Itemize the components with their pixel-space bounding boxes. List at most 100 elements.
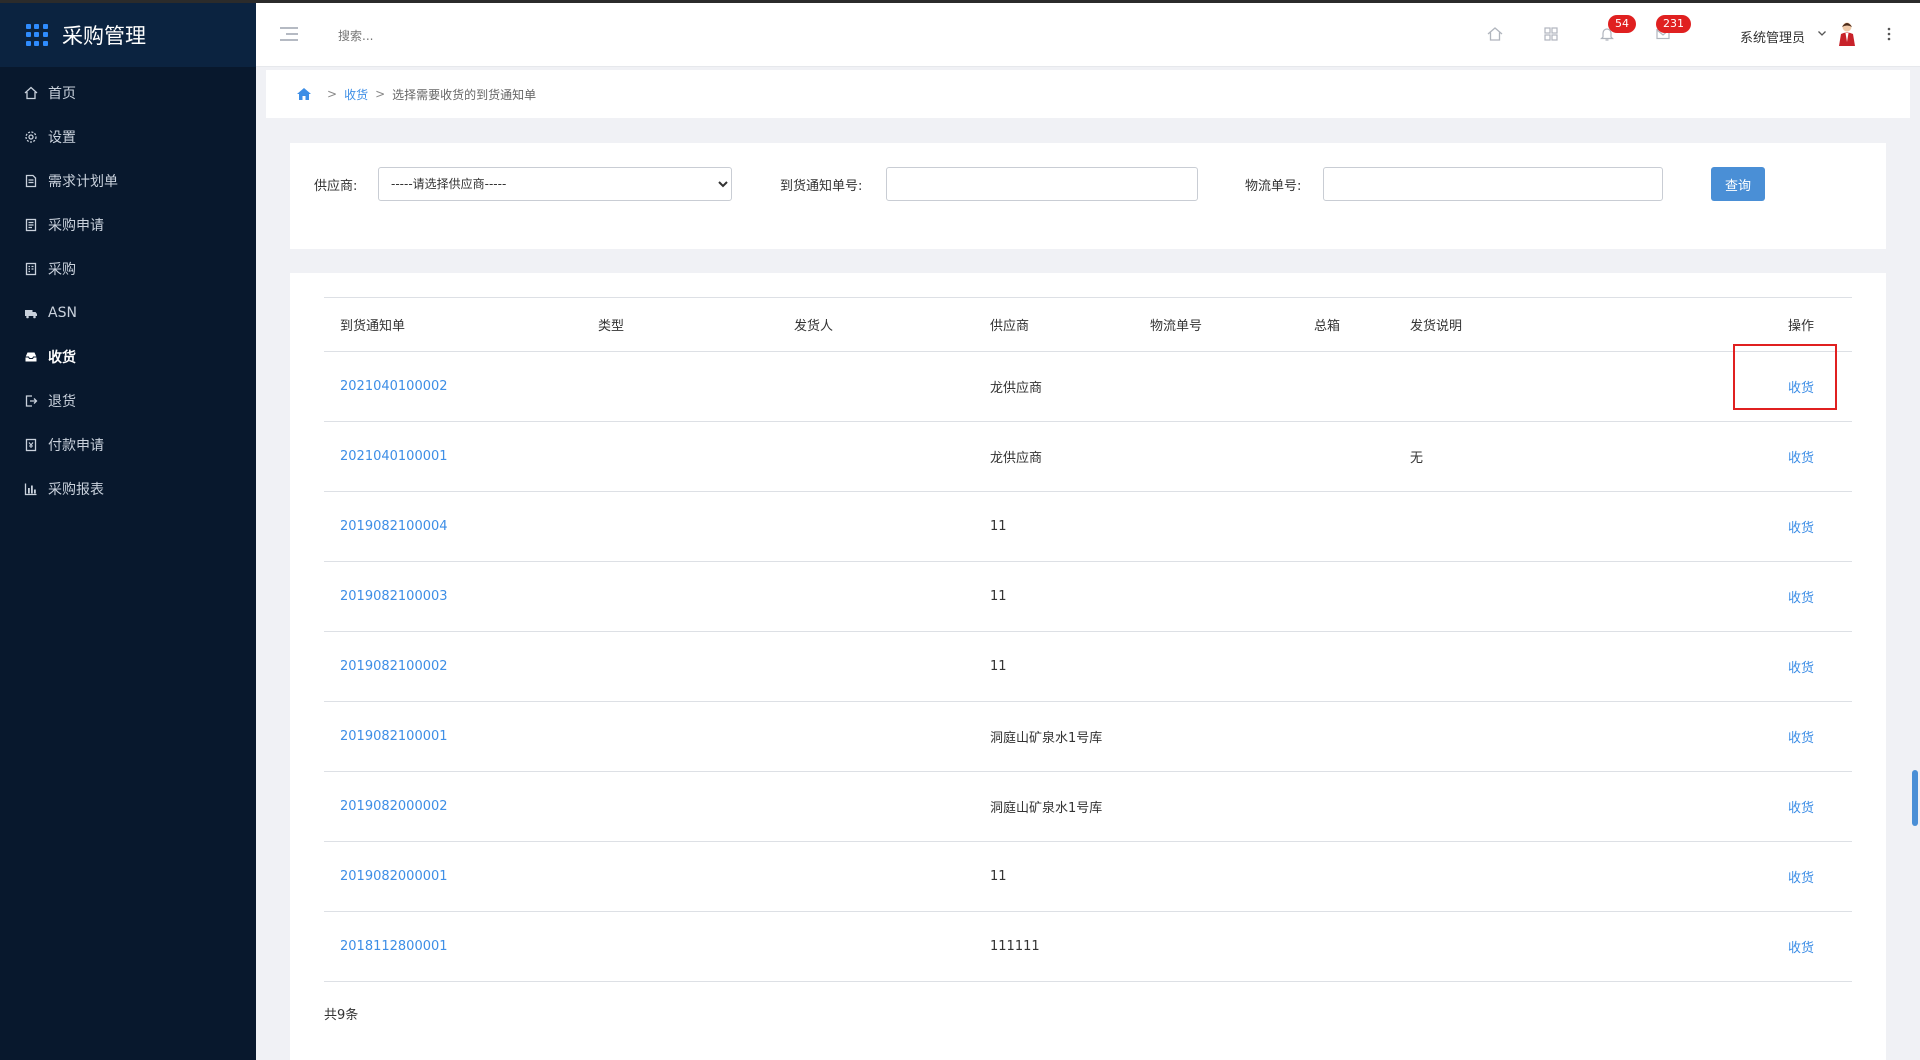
sidebar-item-return[interactable]: 退货 [0, 379, 256, 423]
table-header-row: 到货通知单 类型 发货人 供应商 物流单号 总箱 发货说明 操作 [324, 297, 1852, 352]
home-icon [24, 86, 38, 100]
notice-no-link[interactable]: 2019082100004 [324, 491, 582, 562]
notice-no-input[interactable] [886, 167, 1198, 201]
cell-supplier: 洞庭山矿泉水1号库 [974, 701, 1134, 772]
table-row: 2019082100003 11 收货 [324, 561, 1852, 632]
cell-type [582, 911, 778, 982]
cell-note [1394, 351, 1750, 422]
table-row: 2019082100002 11 收货 [324, 631, 1852, 702]
receive-button[interactable]: 收货 [1750, 421, 1852, 492]
receive-button[interactable]: 收货 [1750, 841, 1852, 912]
sidebar-item-receiving[interactable]: 收货 [0, 335, 256, 379]
supplier-select[interactable]: -----请选择供应商----- [378, 167, 732, 201]
cell-supplier: 龙供应商 [974, 421, 1134, 492]
logistics-no-input[interactable] [1323, 167, 1663, 201]
sidebar-item-label: 设置 [48, 130, 76, 146]
avatar[interactable] [1836, 21, 1858, 47]
logistics-no-label: 物流单号: [1245, 179, 1302, 194]
cell-logistics-no [1134, 771, 1298, 842]
list-icon [24, 262, 38, 276]
breadcrumb: > 收货 > 选择需要收货的到货通知单 [266, 70, 1910, 118]
cell-shipper [778, 841, 974, 912]
notice-no-link[interactable]: 2019082100003 [324, 561, 582, 632]
user-name[interactable]: 系统管理员 [1740, 27, 1805, 46]
cell-boxes [1298, 911, 1394, 982]
grid-icon[interactable] [1542, 25, 1560, 43]
page-scrollbar[interactable] [1912, 770, 1918, 826]
sidebar-item-payment-request[interactable]: 付款申请 [0, 423, 256, 467]
cell-supplier: 龙供应商 [974, 351, 1134, 422]
cell-note [1394, 701, 1750, 772]
cell-boxes [1298, 841, 1394, 912]
cell-boxes [1298, 701, 1394, 772]
search-input[interactable] [338, 23, 598, 49]
cell-boxes [1298, 491, 1394, 562]
cell-logistics-no [1134, 911, 1298, 982]
cell-type [582, 421, 778, 492]
notice-no-link[interactable]: 2019082100001 [324, 701, 582, 772]
col-header-boxes: 总箱 [1298, 297, 1394, 352]
chevron-down-icon[interactable] [1816, 27, 1828, 39]
cell-supplier: 11 [974, 631, 1134, 702]
query-button[interactable]: 查询 [1711, 167, 1765, 201]
sidebar-item-asn[interactable]: ASN [0, 291, 256, 335]
sidebar-item-settings[interactable]: 设置 [0, 115, 256, 159]
sidebar-item-demand-plan[interactable]: 需求计划单 [0, 159, 256, 203]
notice-no-link[interactable]: 2019082100002 [324, 631, 582, 702]
breadcrumb-link-receiving[interactable]: 收货 [344, 86, 368, 103]
notification-badge: 54 [1608, 15, 1636, 33]
cell-boxes [1298, 351, 1394, 422]
cell-type [582, 351, 778, 422]
filter-panel: 供应商: -----请选择供应商----- 到货通知单号: 物流单号: 查询 [290, 143, 1886, 249]
top-bar: 54 231 系统管理员 [256, 3, 1920, 67]
table-panel: 到货通知单 类型 发货人 供应商 物流单号 总箱 发货说明 操作 2021040… [290, 273, 1886, 1060]
sidebar-item-label: 首页 [48, 86, 76, 102]
sidebar-item-label: 采购 [48, 262, 76, 278]
notice-no-link[interactable]: 2019082000001 [324, 841, 582, 912]
sidebar-item-purchase[interactable]: 采购 [0, 247, 256, 291]
message-badge: 231 [1656, 15, 1691, 33]
sidebar-item-home[interactable]: 首页 [0, 71, 256, 115]
home-icon[interactable] [296, 87, 312, 101]
app-title: 采购管理 [62, 24, 146, 48]
notice-no-link[interactable]: 2019082000002 [324, 771, 582, 842]
menu-toggle-icon[interactable] [280, 27, 298, 41]
arrival-notice-table: 到货通知单 类型 发货人 供应商 物流单号 总箱 发货说明 操作 2021040… [324, 297, 1852, 982]
receive-button[interactable]: 收货 [1750, 561, 1852, 632]
receive-button[interactable]: 收货 [1750, 491, 1852, 562]
cell-logistics-no [1134, 561, 1298, 632]
cell-supplier: 11 [974, 561, 1134, 632]
breadcrumb-current: 选择需要收货的到货通知单 [392, 87, 537, 102]
notice-no-label: 到货通知单号: [780, 179, 863, 194]
receive-button[interactable]: 收货 [1750, 351, 1852, 422]
more-vertical-icon[interactable] [1886, 25, 1892, 43]
brand[interactable]: 采购管理 [0, 3, 256, 67]
chart-icon [24, 482, 38, 496]
notice-no-link[interactable]: 2021040100001 [324, 421, 582, 492]
cell-supplier: 11 [974, 491, 1134, 562]
cell-boxes [1298, 421, 1394, 492]
receive-button[interactable]: 收货 [1750, 701, 1852, 772]
table-row: 2019082000002 洞庭山矿泉水1号库 收货 [324, 771, 1852, 842]
col-header-logistics-no: 物流单号 [1134, 297, 1298, 352]
sidebar-item-purchase-report[interactable]: 采购报表 [0, 467, 256, 511]
exit-icon [24, 394, 38, 408]
sidebar-item-label: 退货 [48, 394, 76, 410]
col-header-type: 类型 [582, 297, 778, 352]
receive-button[interactable]: 收货 [1750, 911, 1852, 982]
notice-no-link[interactable]: 2021040100002 [324, 351, 582, 422]
receive-button[interactable]: 收货 [1750, 771, 1852, 842]
cell-note [1394, 911, 1750, 982]
apps-grid-icon [26, 24, 48, 46]
cell-note [1394, 771, 1750, 842]
cell-type [582, 561, 778, 632]
home-icon[interactable] [1486, 25, 1504, 43]
notice-no-link[interactable]: 2018112800001 [324, 911, 582, 982]
table-row: 2019082100001 洞庭山矿泉水1号库 收货 [324, 701, 1852, 772]
cell-note [1394, 841, 1750, 912]
receive-button[interactable]: 收货 [1750, 631, 1852, 702]
sidebar-item-label: 付款申请 [48, 438, 104, 454]
table-row: 2021040100001 龙供应商 无 收货 [324, 421, 1852, 492]
cell-supplier: 11 [974, 841, 1134, 912]
sidebar-item-purchase-request[interactable]: 采购申请 [0, 203, 256, 247]
